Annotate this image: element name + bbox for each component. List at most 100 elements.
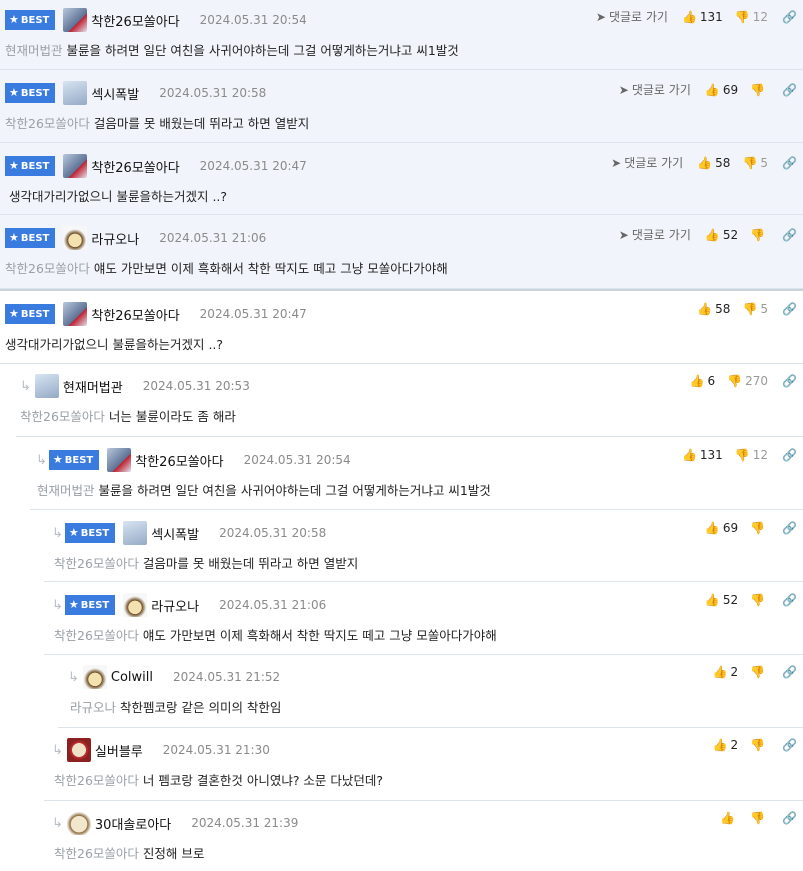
avatar[interactable]	[66, 811, 91, 835]
downvote-button[interactable]: 👎 12	[735, 448, 768, 462]
goto-comment-link[interactable]: ➤ 댓글로 가기	[619, 228, 691, 242]
thumbs-up-icon: 👍	[689, 374, 705, 388]
link-icon[interactable]: 🔗	[782, 374, 797, 388]
upvote-button[interactable]: 👍 69	[705, 521, 738, 535]
nickname[interactable]: 섹시폭발	[91, 88, 139, 103]
avatar[interactable]	[63, 226, 88, 250]
mention[interactable]: 착한26모쏠아다	[54, 556, 139, 571]
nickname[interactable]: 라규오나	[91, 233, 139, 248]
link-icon[interactable]: 🔗	[782, 302, 797, 316]
upvote-count: 58	[715, 156, 731, 170]
upvote-button[interactable]: 👍 58	[697, 302, 730, 316]
timestamp: 2024.05.31 21:39	[191, 816, 299, 830]
mention[interactable]: 현재머법관	[5, 43, 63, 58]
upvote-button[interactable]: 👍 131	[682, 10, 723, 24]
avatar[interactable]	[63, 154, 88, 178]
best-badge: ★ BEST	[5, 156, 56, 176]
link-icon[interactable]: 🔗	[782, 10, 797, 24]
upvote-button[interactable]: 👍 6	[690, 374, 716, 388]
thumbs-up-icon: 👍	[681, 10, 697, 24]
reply-arrow-icon: ↳	[20, 378, 31, 394]
timestamp: 2024.05.31 20:47	[199, 159, 307, 173]
mention[interactable]: 착한26모쏠아다	[5, 261, 90, 276]
downvote-button[interactable]: 👎	[750, 83, 768, 97]
reply: ↳ 실버블루 2024.05.31 21:30 👍 2 👎 🔗 착한26모쏠아다 너 펨코랑…	[44, 728, 803, 801]
mention[interactable]: 착한26모쏠아다	[5, 116, 90, 131]
goto-comment-link[interactable]: ➤ 댓글로 가기	[619, 83, 691, 97]
best-badge: ★ BEST	[5, 304, 56, 324]
thumbs-down-icon: 👎	[750, 665, 766, 679]
avatar[interactable]	[123, 593, 148, 617]
downvote-button[interactable]: 👎	[750, 593, 768, 607]
downvote-button[interactable]: 👎 12	[735, 10, 768, 24]
mention[interactable]: 현재머법관	[37, 483, 95, 498]
downvote-button[interactable]: 👎	[750, 228, 768, 242]
upvote-button[interactable]: 👍 52	[705, 228, 738, 242]
link-icon[interactable]: 🔗	[782, 228, 797, 242]
nickname[interactable]: 라규오나	[151, 600, 199, 615]
upvote-count: 131	[699, 10, 723, 24]
upvote-button[interactable]: 👍 2	[713, 665, 739, 679]
thumbs-up-icon: 👍	[712, 665, 728, 679]
comment-text: 얘도 가만보면 이제 흑화해서 착한 딱지도 떼고 그냥 모쏠아다가야해	[142, 628, 497, 643]
best-badge: ★ BEST	[64, 595, 116, 615]
link-icon[interactable]: 🔗	[782, 521, 797, 535]
downvote-button[interactable]: 👎	[750, 738, 768, 752]
mention[interactable]: 착한26모쏠아다	[20, 409, 105, 424]
avatar[interactable]	[107, 448, 132, 472]
upvote-button[interactable]: 👍 52	[705, 593, 738, 607]
avatar[interactable]	[63, 81, 88, 105]
upvote-button[interactable]: 👍 2	[713, 738, 739, 752]
nickname[interactable]: 실버블루	[95, 745, 143, 760]
nickname[interactable]: 착한26모쏠아다	[91, 15, 179, 30]
downvote-button[interactable]: 👎 5	[742, 156, 768, 170]
thumbs-down-icon: 👎	[750, 811, 766, 825]
avatar[interactable]	[63, 8, 88, 32]
downvote-button[interactable]: 👎 5	[742, 302, 768, 316]
thumbs-up-icon: 👍	[697, 156, 713, 170]
upvote-button[interactable]: 👍 58	[697, 156, 730, 170]
thumbs-up-icon: 👍	[720, 811, 736, 825]
comment-text: 생각대가리가없으니 불륜을하는거겠지 ..?	[5, 337, 224, 352]
avatar[interactable]	[63, 302, 88, 326]
downvote-button[interactable]: 👎	[750, 811, 768, 825]
nickname[interactable]: 착한26모쏠아다	[91, 161, 179, 176]
goto-comment-link[interactable]: ➤ 댓글로 가기	[596, 10, 668, 24]
link-icon[interactable]: 🔗	[782, 156, 797, 170]
avatar[interactable]	[66, 738, 91, 762]
send-icon: ➤	[611, 156, 622, 170]
downvote-button[interactable]: 👎	[750, 665, 768, 679]
comment-text: 너 펨코랑 결혼한것 아니였냐? 소문 다났던데?	[142, 773, 384, 788]
nickname[interactable]: 현재머법관	[63, 381, 123, 396]
comment-text: 생각대가리가없으니 불륜을하는거겠지 ..?	[9, 189, 228, 204]
mention[interactable]: 라규오나	[70, 700, 116, 715]
downvote-button[interactable]: 👎 270	[727, 374, 768, 388]
link-icon[interactable]: 🔗	[782, 738, 797, 752]
upvote-button[interactable]: 👍 131	[682, 448, 723, 462]
downvote-button[interactable]: 👎	[750, 521, 768, 535]
avatar[interactable]	[34, 374, 59, 398]
nickname[interactable]: Colwill	[111, 670, 153, 685]
upvote-count: 52	[722, 228, 739, 242]
link-icon[interactable]: 🔗	[782, 665, 797, 679]
reply: ↳ 30대솔로아다 2024.05.31 21:39 👍 👎 🔗 착한26모쏠아다 진정해…	[44, 801, 803, 871]
nickname[interactable]: 착한26모쏠아다	[91, 309, 179, 324]
link-icon[interactable]: 🔗	[782, 811, 797, 825]
nickname[interactable]: 착한26모쏠아다	[135, 455, 223, 470]
nickname[interactable]: 30대솔로아다	[95, 818, 171, 833]
goto-comment-link[interactable]: ➤ 댓글로 가기	[611, 156, 683, 170]
link-icon[interactable]: 🔗	[782, 593, 797, 607]
mention[interactable]: 착한26모쏠아다	[54, 846, 139, 861]
downvote-count: 5	[760, 156, 769, 170]
link-icon[interactable]: 🔗	[782, 83, 797, 97]
upvote-button[interactable]: 👍 69	[705, 83, 738, 97]
nickname[interactable]: 섹시폭발	[151, 528, 199, 543]
link-icon[interactable]: 🔗	[782, 448, 797, 462]
mention[interactable]: 착한26모쏠아다	[54, 628, 139, 643]
star-icon: ★	[68, 598, 79, 611]
mention[interactable]: 착한26모쏠아다	[54, 773, 139, 788]
avatar[interactable]	[123, 521, 148, 545]
avatar[interactable]	[82, 665, 107, 689]
downvote-count: 12	[752, 448, 769, 462]
upvote-button[interactable]: 👍	[720, 811, 738, 825]
